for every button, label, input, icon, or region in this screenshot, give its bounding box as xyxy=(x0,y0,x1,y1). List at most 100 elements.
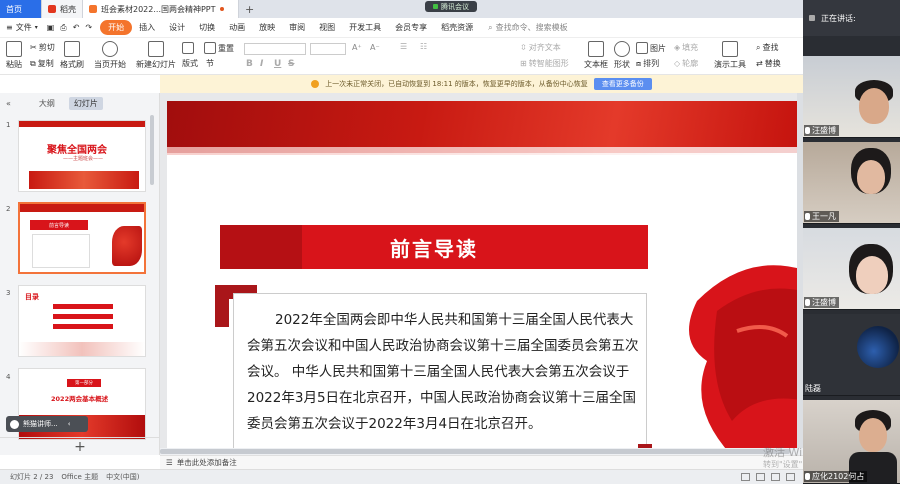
tab-bar: 首页 稻壳 班会素材2022...国两会精神PPT + xyxy=(0,0,803,18)
reset-button[interactable]: 重置 xyxy=(204,42,234,54)
menu-docer-resources[interactable]: 稻壳资源 xyxy=(434,22,480,33)
presenter-label: 演示工具 xyxy=(714,60,746,69)
canvas-horizontal-scrollbar[interactable] xyxy=(160,448,803,455)
slide-thumbnail-1[interactable]: 聚焦全国两会 ——主题班会—— xyxy=(18,120,146,192)
slide-thumbnail-2[interactable]: 前言导读 xyxy=(18,202,146,274)
textbox-button[interactable]: 文本框 xyxy=(584,41,608,70)
thumbnail-scrollbar[interactable] xyxy=(150,115,154,185)
smartart-icon: ⊞ xyxy=(520,59,527,68)
menu-insert[interactable]: 插入 xyxy=(132,22,162,33)
format-painter-label: 格式刷 xyxy=(60,60,84,69)
layout-button[interactable] xyxy=(182,42,194,54)
tab-active-document[interactable]: 班会素材2022...国两会精神PPT xyxy=(83,0,239,18)
participant-name-tag: 陆磊 xyxy=(804,383,824,394)
ppt-file-icon xyxy=(89,5,97,13)
save-icon[interactable]: ▣ xyxy=(44,23,58,32)
align-text-button[interactable]: ⇳ 对齐文本 xyxy=(520,42,561,53)
picture-button[interactable]: 图片 xyxy=(636,42,666,54)
new-tab-button[interactable]: + xyxy=(239,0,260,18)
participant-tile[interactable]: 应化2102何占 xyxy=(803,400,900,484)
arrange-button[interactable]: ⧈ 排列 xyxy=(636,58,659,69)
fill-icon: ◈ xyxy=(674,43,681,52)
participant-tile[interactable]: 陆磊 xyxy=(803,314,900,396)
command-search[interactable]: ⌕ 查找命令、搜索模板 xyxy=(488,22,567,33)
thumbnail-number: 4 xyxy=(6,373,11,381)
presenter-overlay-chip[interactable]: 熊猫讲师... ‹ xyxy=(6,416,88,432)
cut-button[interactable]: ✂ 剪切 xyxy=(30,42,55,53)
title-bar-accent xyxy=(220,225,302,269)
layout-label: 版式 xyxy=(182,59,198,68)
meeting-indicator[interactable]: 腾讯会议 xyxy=(425,1,477,12)
slideshow-view-icon[interactable] xyxy=(786,473,795,481)
scrollbar-thumb[interactable] xyxy=(160,449,790,454)
font-size-select[interactable] xyxy=(310,43,346,55)
file-menu[interactable]: ≡ 文件 ▾ xyxy=(0,22,44,33)
font-grow-button[interactable]: A⁺ xyxy=(352,43,362,52)
sorter-view-icon[interactable] xyxy=(756,473,765,481)
participant-name: 王一凡 xyxy=(812,212,836,221)
menu-view[interactable]: 视图 xyxy=(312,22,342,33)
mic-icon xyxy=(805,473,810,480)
play-from-current-button[interactable]: 当页开始 xyxy=(94,41,126,70)
font-shrink-button[interactable]: A⁻ xyxy=(370,43,380,52)
menu-animation[interactable]: 动画 xyxy=(222,22,252,33)
language-indicator[interactable]: 中文(中国) xyxy=(106,472,139,482)
shape-button[interactable]: 形状 xyxy=(614,41,630,70)
collapse-panel-icon[interactable]: « xyxy=(6,99,11,108)
hamburger-icon: ≡ xyxy=(6,23,13,32)
notes-bar[interactable]: ☰ 单击此处添加备注 xyxy=(160,455,803,469)
presenter-tools-button[interactable]: 演示工具 xyxy=(714,41,746,70)
add-slide-button[interactable]: + xyxy=(0,437,160,455)
view-backups-button[interactable]: 查看更多备份 xyxy=(593,78,652,90)
outline-label: 轮廓 xyxy=(682,59,699,68)
chevron-left-icon[interactable]: ‹ xyxy=(68,420,71,428)
strikethrough-button[interactable]: S xyxy=(288,59,294,69)
copy-button[interactable]: ⧉ 复制 xyxy=(30,58,54,69)
participant-tile[interactable]: 王一凡 xyxy=(803,142,900,224)
outline-button[interactable]: ◇ 轮廓 xyxy=(674,58,698,69)
fill-button[interactable]: ◈ 填充 xyxy=(674,42,698,53)
bold-button[interactable]: B xyxy=(246,59,253,69)
slide-page[interactable]: 前言导读 2022年全国两会即中华人民共和国第十三届全国人民代表大会第五次会议和… xyxy=(167,101,803,455)
copy-label: 复制 xyxy=(37,59,54,68)
find-button[interactable]: ⌕ 查找 xyxy=(756,42,778,53)
menu-home[interactable]: 开始 xyxy=(100,20,133,35)
new-slide-button[interactable]: 新建幻灯片 xyxy=(136,41,176,70)
tab-outline[interactable]: 大纲 xyxy=(39,98,55,109)
redo-icon[interactable]: ↷ xyxy=(82,23,100,32)
thumbnail-1-subtitle: ——主题班会—— xyxy=(63,156,104,162)
section-button[interactable]: 节 xyxy=(206,58,214,69)
menu-slideshow[interactable]: 放映 xyxy=(252,22,282,33)
menu-review[interactable]: 审阅 xyxy=(282,22,312,33)
menu-design[interactable]: 设计 xyxy=(162,22,192,33)
slide-title-bar[interactable]: 前言导读 xyxy=(220,225,648,269)
bullet-list-button[interactable]: ☰ xyxy=(400,42,407,51)
tab-home-label: 首页 xyxy=(6,4,22,14)
participant-tile[interactable]: 汪盛博 xyxy=(803,56,900,138)
numbered-list-button[interactable]: ☷ xyxy=(420,42,427,51)
menu-transition[interactable]: 切换 xyxy=(192,22,222,33)
tab-docer[interactable]: 稻壳 xyxy=(42,0,83,18)
ribbon-toolbar: 粘贴 ✂ 剪切 ⧉ 复制 格式刷 当页开始 新建幻灯片 版式 节 重置 A⁺ A⁻ … xyxy=(0,38,803,75)
brush-icon xyxy=(64,41,80,57)
font-family-select[interactable] xyxy=(244,43,306,55)
menu-developer[interactable]: 开发工具 xyxy=(342,22,388,33)
tab-slides[interactable]: 幻灯片 xyxy=(68,96,103,110)
reading-view-icon[interactable] xyxy=(771,473,780,481)
normal-view-icon[interactable] xyxy=(741,473,750,481)
convert-smartart-button[interactable]: ⊞ 转智能图形 xyxy=(520,58,569,69)
layout-label-button[interactable]: 版式 xyxy=(182,58,198,69)
participant-tile[interactable]: 汪盛博 xyxy=(803,228,900,310)
print-icon[interactable]: ⎙ xyxy=(57,23,69,33)
slide-header-fade xyxy=(167,147,803,155)
mic-icon xyxy=(805,299,810,306)
tab-home[interactable]: 首页 xyxy=(0,0,42,18)
slide-thumbnail-3[interactable]: 目录 xyxy=(18,285,146,357)
underline-button[interactable]: U xyxy=(274,59,281,69)
format-painter-button[interactable]: 格式刷 xyxy=(60,41,84,70)
replace-button[interactable]: ⇄ 替换 xyxy=(756,58,781,69)
undo-icon[interactable]: ↶ xyxy=(70,23,83,32)
italic-button[interactable]: I xyxy=(260,59,263,69)
paste-button[interactable]: 粘贴 xyxy=(6,41,22,70)
menu-member[interactable]: 会员专享 xyxy=(388,22,434,33)
